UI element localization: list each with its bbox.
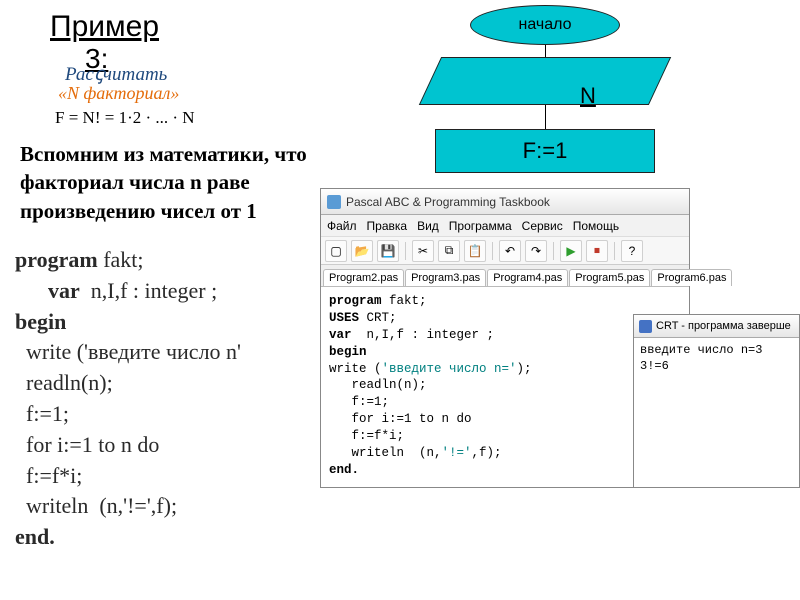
reminder-line2: факториал числа n раве bbox=[20, 170, 250, 194]
slide-title: Пример bbox=[50, 10, 159, 44]
task-target: «N факториал» bbox=[58, 83, 179, 104]
crt-line: введите число n=3 bbox=[640, 343, 793, 359]
undo-icon[interactable]: ↶ bbox=[499, 240, 521, 262]
source-line: begin bbox=[15, 307, 241, 338]
menu-item[interactable]: Программа bbox=[449, 219, 512, 233]
code-line: writeln (n,'!=',f); bbox=[329, 445, 681, 462]
editor-tab[interactable]: Program6.pas bbox=[651, 269, 732, 286]
ide-tabs[interactable]: Program2.pasProgram3.pasProgram4.pasProg… bbox=[321, 265, 689, 287]
math-reminder: Вспомним из математики, что факториал чи… bbox=[20, 140, 307, 225]
code-line: var n,I,f : integer ; bbox=[329, 327, 681, 344]
menu-item[interactable]: Помощь bbox=[573, 219, 619, 233]
crt-line: 3!=6 bbox=[640, 359, 793, 375]
code-line: begin bbox=[329, 344, 681, 361]
reminder-line1: Вспомним из математики, что bbox=[20, 142, 307, 166]
source-line: program fakt; bbox=[15, 245, 241, 276]
code-line: end. bbox=[329, 462, 681, 479]
flow-assign: F:=1 bbox=[435, 129, 655, 173]
crt-title-text: CRT - программа заверше bbox=[656, 320, 791, 332]
help-icon[interactable]: ? bbox=[621, 240, 643, 262]
source-line: f:=1; bbox=[15, 399, 241, 430]
flow-start: начало bbox=[470, 5, 620, 45]
reminder-line3: произведению чисел от 1 bbox=[20, 199, 257, 223]
copy-icon[interactable]: ⧉ bbox=[438, 240, 460, 262]
crt-output-window: CRT - программа заверше введите число n=… bbox=[633, 314, 800, 488]
flow-arrow bbox=[545, 105, 546, 129]
menu-item[interactable]: Файл bbox=[327, 219, 357, 233]
crt-titlebar: CRT - программа заверше bbox=[634, 315, 799, 338]
editor-tab[interactable]: Program4.pas bbox=[487, 269, 568, 286]
stop-icon[interactable]: ⏹ bbox=[586, 240, 608, 262]
toolbar-separator bbox=[405, 242, 406, 260]
code-line: for i:=1 to n do bbox=[329, 411, 681, 428]
new-icon[interactable]: ▢ bbox=[325, 240, 347, 262]
ide-title-text: Pascal ABC & Programming Taskbook bbox=[346, 195, 550, 209]
code-line: USES CRT; bbox=[329, 310, 681, 327]
code-line: f:=1; bbox=[329, 394, 681, 411]
flow-arrow bbox=[545, 45, 546, 57]
redo-icon[interactable]: ↷ bbox=[525, 240, 547, 262]
pascal-source: program fakt; var n,I,f : integer ;begin… bbox=[15, 245, 241, 553]
code-line: readln(n); bbox=[329, 377, 681, 394]
ide-toolbar[interactable]: ▢📂💾 ✂⧉📋 ↶↷ ▶⏹? bbox=[321, 237, 689, 265]
code-line: f:=f*i; bbox=[329, 428, 681, 445]
menu-item[interactable]: Вид bbox=[417, 219, 439, 233]
crt-body: введите число n=3 3!=6 bbox=[634, 338, 799, 379]
save-icon[interactable]: 💾 bbox=[377, 240, 399, 262]
menu-item[interactable]: Сервис bbox=[522, 219, 563, 233]
source-line: for i:=1 to n do bbox=[15, 430, 241, 461]
editor-tab[interactable]: Program5.pas bbox=[569, 269, 650, 286]
toolbar-separator bbox=[614, 242, 615, 260]
code-line: write ('введите число n='); bbox=[329, 361, 681, 378]
code-line: program fakt; bbox=[329, 293, 681, 310]
source-line: writeln (n,'!=',f); bbox=[15, 491, 241, 522]
open-icon[interactable]: 📂 bbox=[351, 240, 373, 262]
flow-input-shape bbox=[419, 57, 671, 105]
toolbar-separator bbox=[553, 242, 554, 260]
ide-titlebar: Pascal ABC & Programming Taskbook bbox=[321, 189, 689, 215]
toolbar-separator bbox=[492, 242, 493, 260]
flow-input-label: N bbox=[580, 83, 596, 109]
menu-item[interactable]: Правка bbox=[367, 219, 408, 233]
source-line: f:=f*i; bbox=[15, 461, 241, 492]
cut-icon[interactable]: ✂ bbox=[412, 240, 434, 262]
source-line: var n,I,f : integer ; bbox=[15, 276, 241, 307]
source-line: end. bbox=[15, 522, 241, 553]
app-icon bbox=[327, 195, 341, 209]
editor-tab[interactable]: Program2.pas bbox=[323, 269, 404, 286]
source-line: write ('введите число n' bbox=[15, 337, 241, 368]
crt-icon bbox=[639, 320, 652, 333]
paste-icon[interactable]: 📋 bbox=[464, 240, 486, 262]
source-line: readln(n); bbox=[15, 368, 241, 399]
factorial-formula: F = N! = 1·2 · ... · N bbox=[55, 108, 195, 128]
editor-tab[interactable]: Program3.pas bbox=[405, 269, 486, 286]
ide-menubar[interactable]: Файл Правка Вид Программа Сервис Помощь bbox=[321, 215, 689, 237]
run-icon[interactable]: ▶ bbox=[560, 240, 582, 262]
